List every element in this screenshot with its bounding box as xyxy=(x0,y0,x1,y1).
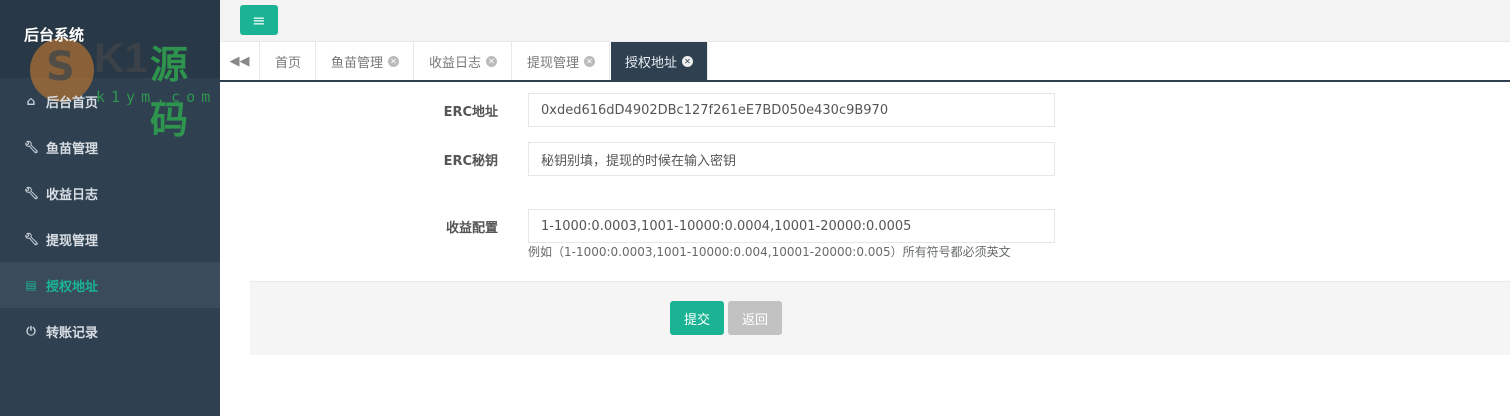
wrench-icon: 🔧︎ xyxy=(24,186,40,200)
income-config-label: 收益配置 xyxy=(445,221,498,236)
income-config-help: 例如（1-1000:0.0003,1001-10000:0.004,10001-… xyxy=(528,245,1011,259)
power-icon: ⏻ xyxy=(26,323,36,338)
erc-address-label: ERC地址 xyxy=(443,105,498,120)
submit-button[interactable]: 提交 xyxy=(670,301,724,335)
tab-close-icon[interactable]: ✕ xyxy=(486,55,498,67)
tab-label: 鱼苗管理 xyxy=(331,55,384,71)
erc-address-input[interactable]: 0xded616dD4902DBc127f261eE7BD050e430c9B9… xyxy=(528,93,1055,127)
sidebar-item-transfer-log[interactable]: ⏻ 转账记录 xyxy=(0,308,220,354)
tab-close-icon[interactable]: ✕ xyxy=(682,55,694,67)
form-action-bar xyxy=(250,281,1510,355)
double-chevron-left-icon: ◀◀ xyxy=(229,53,250,69)
watermark-k1: K1 xyxy=(94,34,148,81)
sidebar-item-withdraw[interactable]: 🔧︎ 提现管理 xyxy=(0,216,220,262)
tab-label: 授权地址 xyxy=(625,55,678,71)
tab-scroll-left-button[interactable]: ◀◀ xyxy=(220,42,260,80)
tab-close-icon[interactable]: ✕ xyxy=(388,55,400,67)
brand-title: 后台系统 xyxy=(24,26,85,44)
erc-secret-input[interactable]: 秘钥别填，提现的时候在输入密钥 xyxy=(528,142,1055,176)
tab-income-log[interactable]: 收益日志 ✕ xyxy=(415,42,513,80)
erc-secret-label: ERC秘钥 xyxy=(443,154,498,169)
tab-close-icon[interactable]: ✕ xyxy=(584,55,596,67)
tab-fry[interactable]: 鱼苗管理 ✕ xyxy=(317,42,415,80)
top-bar: ≡ xyxy=(220,0,1510,42)
sidebar-item-label: 鱼苗管理 xyxy=(46,141,99,157)
tab-label: 首页 xyxy=(275,55,302,71)
sidebar-item-fry[interactable]: 🔧︎ 鱼苗管理 xyxy=(0,124,220,170)
income-config-input[interactable]: 1-1000:0.0003,1001-10000:0.0004,10001-20… xyxy=(528,209,1055,243)
sidebar-item-label: 转账记录 xyxy=(46,325,99,341)
sidebar-item-label: 授权地址 xyxy=(46,279,99,295)
home-icon: ⌂ xyxy=(26,94,36,108)
tab-auth-address[interactable]: 授权地址 ✕ xyxy=(611,42,709,80)
sidebar-nav: ⌂ 后台首页 🔧︎ 鱼苗管理 🔧︎ 收益日志 🔧︎ 提现管理 ▤ 授权地址 ⏻ … xyxy=(0,78,220,354)
sidebar-item-income-log[interactable]: 🔧︎ 收益日志 xyxy=(0,170,220,216)
tab-home[interactable]: 首页 xyxy=(261,42,317,80)
wrench-icon: 🔧︎ xyxy=(24,140,40,154)
sidebar-item-label: 后台首页 xyxy=(46,95,99,111)
menu-toggle-button[interactable]: ≡ xyxy=(240,5,278,35)
sidebar-item-home[interactable]: ⌂ 后台首页 xyxy=(0,78,220,124)
brand-area: S 后台系统 K1 源码 k1ym.com xyxy=(0,0,220,142)
wrench-icon: 🔧︎ xyxy=(24,232,40,246)
file-icon: ▤ xyxy=(25,278,37,292)
tab-bar: ◀◀ 首页 鱼苗管理 ✕ 收益日志 ✕ 提现管理 ✕ 授权地址 ✕ xyxy=(220,42,1510,82)
sidebar: S 后台系统 K1 源码 k1ym.com ⌂ 后台首页 🔧︎ 鱼苗管理 🔧︎ … xyxy=(0,0,220,416)
back-button[interactable]: 返回 xyxy=(728,301,782,335)
tab-label: 提现管理 xyxy=(527,55,580,71)
tab-label: 收益日志 xyxy=(429,55,482,71)
sidebar-item-auth-address[interactable]: ▤ 授权地址 xyxy=(0,262,220,308)
sidebar-item-label: 收益日志 xyxy=(46,187,99,203)
tab-withdraw[interactable]: 提现管理 ✕ xyxy=(513,42,611,80)
hamburger-icon: ≡ xyxy=(252,10,266,30)
sidebar-item-label: 提现管理 xyxy=(46,233,99,249)
